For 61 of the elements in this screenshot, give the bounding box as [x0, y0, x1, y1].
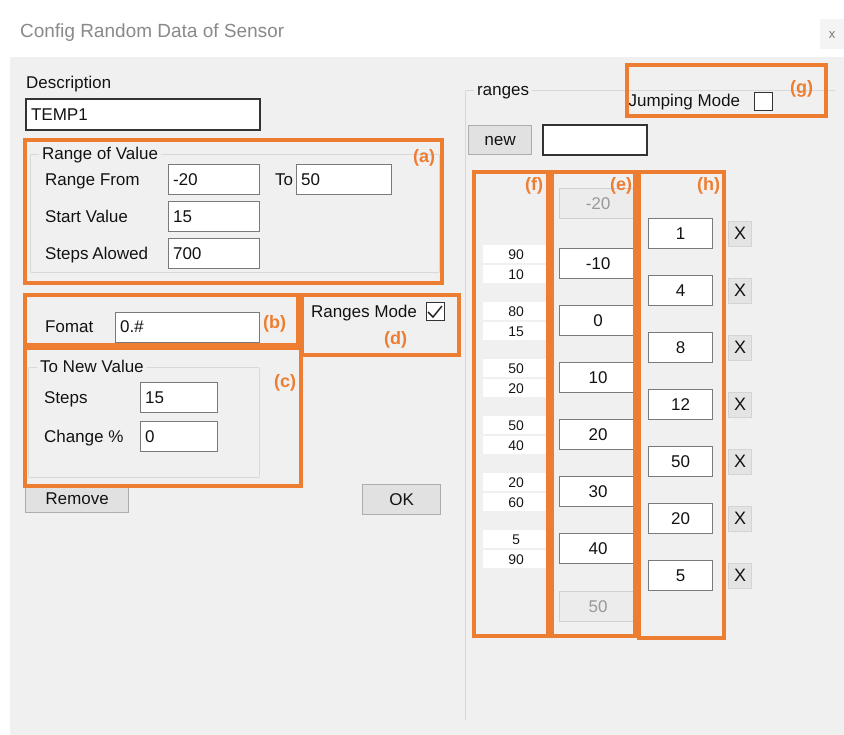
annotation-label: (c): [274, 371, 296, 391]
annotation-label: (b): [263, 312, 286, 332]
weight-field[interactable]: 10: [483, 265, 549, 283]
step-field[interactable]: 5: [648, 560, 713, 591]
step-field[interactable]: 8: [648, 332, 713, 363]
start-value-field[interactable]: 15: [168, 201, 260, 232]
format-label: Fomat: [45, 317, 94, 337]
ranges-mode-checkbox[interactable]: [426, 302, 445, 321]
weight-field[interactable]: 50: [483, 359, 549, 377]
group-title: To New Value: [39, 358, 145, 376]
weight-field[interactable]: 90: [483, 550, 549, 568]
range-to-field[interactable]: 50: [296, 164, 392, 195]
step-field[interactable]: 1: [648, 218, 713, 249]
remove-range-button[interactable]: X: [728, 448, 752, 474]
step-field[interactable]: 20: [648, 503, 713, 534]
weight-field[interactable]: 50: [483, 416, 549, 434]
weight-field[interactable]: 60: [483, 493, 549, 511]
group-title: Range of Value: [41, 145, 159, 163]
steps-field[interactable]: 15: [140, 382, 218, 413]
change-label: Change %: [44, 426, 124, 446]
remove-range-button[interactable]: X: [728, 220, 752, 246]
weight-field[interactable]: 90: [483, 245, 549, 263]
steps-allowed-field[interactable]: 700: [168, 238, 260, 269]
group-title: ranges: [476, 81, 530, 99]
step-field[interactable]: 12: [648, 389, 713, 420]
description-label: Description: [26, 73, 112, 93]
step-field[interactable]: 4: [648, 275, 713, 306]
annotation-label: (a): [413, 146, 435, 166]
weight-field[interactable]: 80: [483, 302, 549, 320]
step-field[interactable]: 50: [648, 446, 713, 477]
format-field[interactable]: 0.#: [115, 312, 260, 342]
new-button[interactable]: new: [468, 125, 532, 155]
remove-range-button[interactable]: X: [728, 278, 752, 304]
jumping-mode-label: Jumping Mode: [628, 91, 740, 111]
close-button[interactable]: x: [820, 18, 844, 48]
weight-field[interactable]: 15: [483, 322, 549, 340]
to-label: To: [274, 170, 294, 190]
annotation-label: (g): [790, 77, 813, 97]
start-value-label: Start Value: [45, 206, 129, 226]
jumping-mode-checkbox[interactable]: [754, 92, 773, 110]
weight-field[interactable]: 20: [483, 379, 549, 397]
remove-range-button[interactable]: X: [728, 506, 752, 532]
description-field[interactable]: TEMP1: [25, 98, 261, 131]
window-title: Config Random Data of Sensor: [20, 20, 284, 42]
weight-field[interactable]: 20: [483, 473, 549, 491]
annotation-label: (h): [697, 174, 720, 194]
steps-label: Steps: [44, 388, 88, 408]
ranges-mode-label: Ranges Mode: [311, 302, 417, 322]
annotation-label: (d): [384, 328, 407, 348]
steps-allowed-label: Steps Alowed: [45, 244, 150, 264]
weight-field[interactable]: 40: [483, 436, 549, 454]
range-from-field[interactable]: -20: [168, 164, 260, 195]
annotation-label: (f): [525, 174, 543, 194]
range-from-label: Range From: [45, 170, 140, 190]
ok-button[interactable]: OK: [362, 484, 441, 515]
remove-range-button[interactable]: X: [728, 562, 752, 588]
change-field[interactable]: 0: [140, 421, 218, 452]
remove-range-button[interactable]: X: [728, 334, 752, 360]
weight-field[interactable]: 5: [483, 530, 549, 548]
new-value-field[interactable]: [542, 124, 648, 156]
remove-range-button[interactable]: X: [728, 392, 752, 418]
